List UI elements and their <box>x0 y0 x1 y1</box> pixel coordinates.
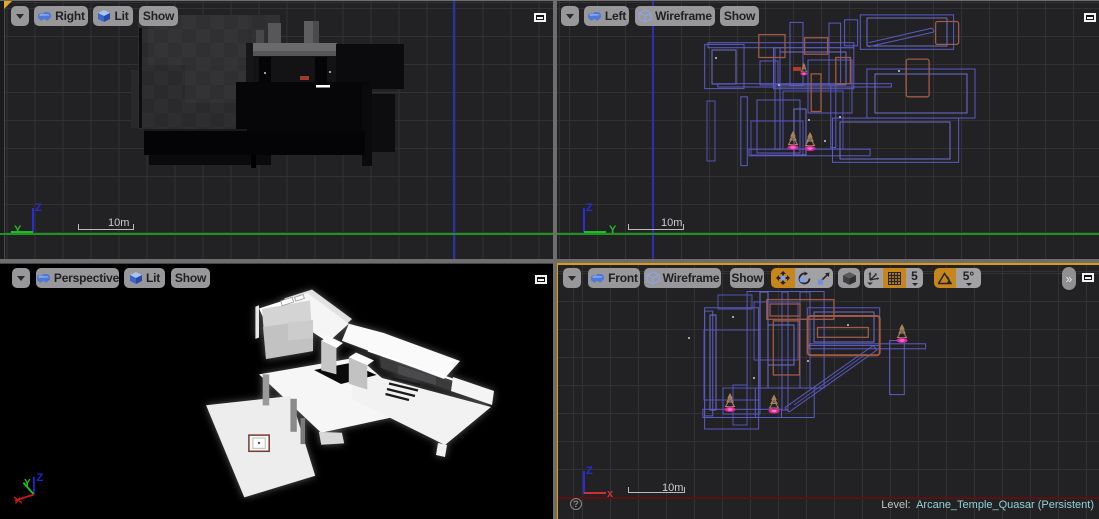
svg-text:Z: Z <box>37 472 44 484</box>
svg-text:Y: Y <box>24 478 31 489</box>
